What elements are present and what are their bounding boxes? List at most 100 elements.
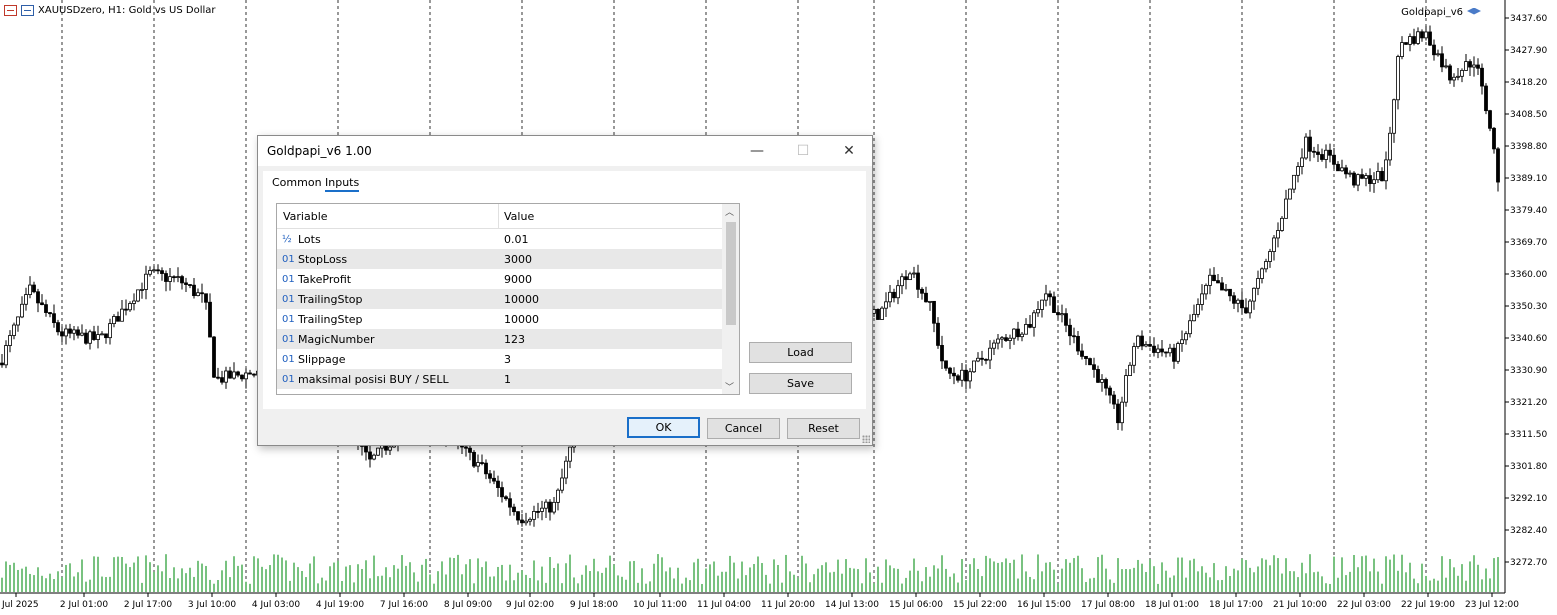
save-button[interactable]: Save <box>749 373 852 394</box>
candle-body <box>216 376 220 379</box>
candle-body <box>1088 358 1092 366</box>
candle-body <box>1488 110 1492 129</box>
close-button[interactable]: ✕ <box>826 136 872 166</box>
candle-body <box>1384 159 1388 182</box>
time-tick-label: 22 Jul 19:00 <box>1401 600 1455 610</box>
candle-body <box>1260 268 1264 279</box>
candle-body <box>136 289 140 302</box>
input-row[interactable]: 01 TrailingStep 10000 <box>277 309 722 329</box>
candle-body <box>1032 312 1036 328</box>
tab-bar: Common Inputs <box>263 171 866 195</box>
candle-body <box>1044 293 1048 301</box>
parameter-value[interactable]: 3000 <box>499 253 532 266</box>
chart-menu-icon[interactable] <box>4 5 17 16</box>
candle-body <box>1400 42 1404 57</box>
time-tick-label: 9 Jul 02:00 <box>506 600 555 610</box>
expert-advisor-label[interactable]: Goldpapi_v6 <box>1401 7 1481 18</box>
candle-body <box>156 269 160 272</box>
scroll-up-icon[interactable]: ︿ <box>725 205 734 218</box>
load-button[interactable]: Load <box>749 342 852 363</box>
parameter-value[interactable]: 0.01 <box>499 233 529 246</box>
candle-body <box>528 518 532 522</box>
price-tick-label: 3379.40 <box>1510 206 1547 216</box>
price-tick-label: 3330.90 <box>1510 366 1547 376</box>
candle-body <box>952 372 956 377</box>
time-tick-label: 21 Jul 10:00 <box>1273 600 1327 610</box>
grid-header: Variable Value <box>277 204 739 229</box>
parameter-value[interactable]: 10000 <box>499 293 539 306</box>
candle-body <box>128 303 132 311</box>
candle-body <box>248 372 252 375</box>
grid-scrollbar[interactable]: ︿ ﹀ <box>722 204 739 394</box>
input-row[interactable]: ½ Lots 0.01 <box>277 229 722 249</box>
candle-body <box>1084 355 1088 359</box>
candle-body <box>928 300 932 303</box>
candle-body <box>996 338 1000 344</box>
parameter-name: TrailingStop <box>298 292 363 306</box>
candle-body <box>1448 65 1452 81</box>
candle-body <box>508 498 512 508</box>
candle-body <box>1116 403 1120 424</box>
candle-body <box>892 291 896 299</box>
candle-body <box>1172 347 1176 362</box>
candle-body <box>484 462 488 475</box>
input-row[interactable]: 01 TakeProfit 9000 <box>277 269 722 289</box>
candle-body <box>1392 99 1396 134</box>
candle-body <box>1068 324 1072 337</box>
candle-body <box>148 270 152 275</box>
parameter-value[interactable]: 123 <box>499 333 525 346</box>
candle-body <box>44 304 48 313</box>
graduation-hat-icon <box>1467 7 1481 15</box>
candle-body <box>108 323 112 339</box>
input-row[interactable]: 01 maksimal posisi BUY / SELL 1 <box>277 369 722 389</box>
scroll-down-icon[interactable]: ﹀ <box>725 380 734 393</box>
parameter-value[interactable]: 1 <box>499 373 511 386</box>
candle-body <box>1328 149 1332 156</box>
candle-body <box>1248 300 1252 314</box>
candle-body <box>904 276 908 281</box>
input-row[interactable]: 01 StopLoss 3000 <box>277 249 722 269</box>
candle-body <box>496 480 500 488</box>
candle-body <box>1056 312 1060 316</box>
parameter-value[interactable]: 10000 <box>499 313 539 326</box>
parameter-value[interactable]: 3 <box>499 353 511 366</box>
column-header-variable[interactable]: Variable <box>277 204 499 228</box>
chart-properties-icon[interactable] <box>21 5 34 16</box>
candle-body <box>1132 346 1136 366</box>
scrollbar-thumb[interactable] <box>726 222 736 325</box>
candle-body <box>1200 293 1204 305</box>
tab-inputs[interactable]: Inputs <box>325 176 360 192</box>
dialog-titlebar[interactable]: Goldpapi_v6 1.00 — ☐ ✕ <box>258 136 872 166</box>
candle-body <box>64 328 68 337</box>
candle-body <box>52 313 56 324</box>
input-row[interactable]: 01 Slippage 3 <box>277 349 722 369</box>
dialog-title: Goldpapi_v6 1.00 <box>267 144 372 158</box>
candle-body <box>1356 174 1360 186</box>
candle-body <box>1060 313 1064 316</box>
tab-common[interactable]: Common <box>272 176 322 189</box>
input-row[interactable]: 01 MagicNumber 123 <box>277 329 722 349</box>
price-tick-label: 3398.80 <box>1510 142 1547 152</box>
candle-body <box>1040 299 1044 310</box>
resize-grip-icon[interactable] <box>862 435 870 443</box>
candle-body <box>196 292 200 297</box>
cancel-button[interactable]: Cancel <box>707 418 780 439</box>
input-row[interactable]: 01 TrailingStop 10000 <box>277 289 722 309</box>
column-header-value[interactable]: Value <box>499 210 534 223</box>
price-tick-label: 3311.50 <box>1510 430 1547 440</box>
maximize-button[interactable]: ☐ <box>780 136 826 166</box>
candle-body <box>1420 31 1424 39</box>
candle-body <box>1388 132 1392 161</box>
parameter-value[interactable]: 9000 <box>499 273 532 286</box>
reset-button[interactable]: Reset <box>787 418 860 439</box>
inputs-panel: Variable Value ½ Lots 0.01 01 StopLoss 3000 01… <box>263 193 866 409</box>
candle-body <box>200 292 204 295</box>
ok-button[interactable]: OK <box>627 417 700 438</box>
candle-body <box>164 273 168 282</box>
candle-body <box>556 489 560 503</box>
time-tick-label: 15 Jul 06:00 <box>889 600 943 610</box>
candle-body <box>1352 172 1356 186</box>
time-tick-label: 11 Jul 04:00 <box>697 600 751 610</box>
candle-body <box>1176 343 1180 362</box>
minimize-button[interactable]: — <box>734 136 780 166</box>
